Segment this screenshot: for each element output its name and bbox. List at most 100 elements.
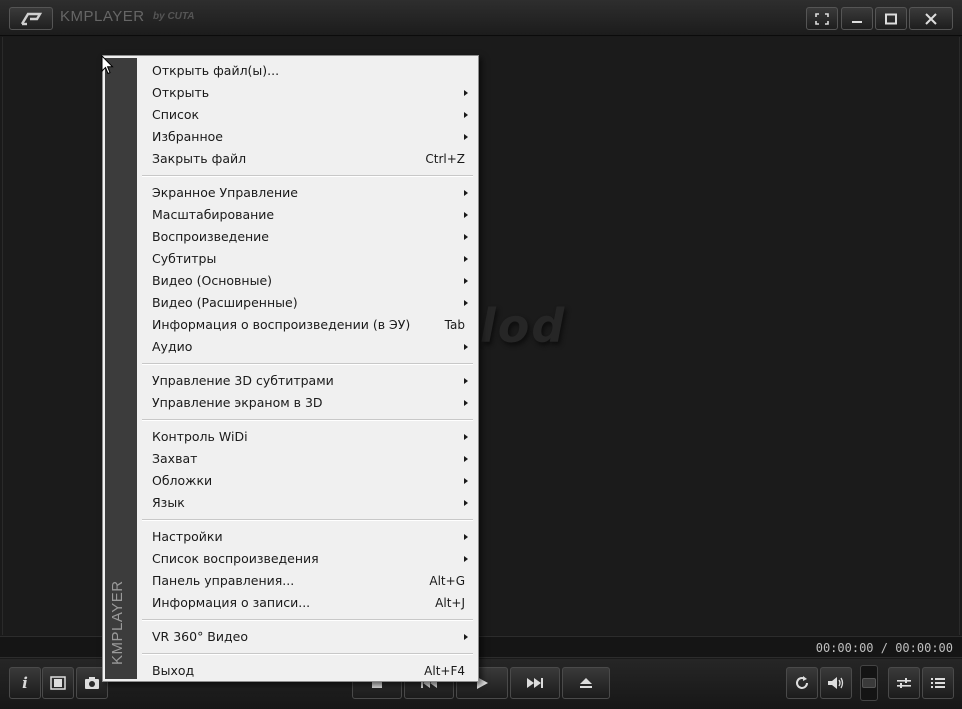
menu-item[interactable]: Список — [139, 104, 476, 126]
submenu-arrow-icon — [464, 90, 468, 96]
playlist-icon — [931, 678, 945, 688]
menu-item-label: Масштабирование — [152, 207, 275, 222]
camera-icon — [85, 677, 99, 689]
menu-item[interactable]: Настройки — [139, 526, 476, 548]
eject-button[interactable] — [562, 667, 610, 699]
menu-item-label: Информация о воспроизведении (в ЭУ) — [152, 317, 411, 332]
menu-item[interactable]: Язык — [139, 492, 476, 514]
menu-item[interactable]: Видео (Основные) — [139, 270, 476, 292]
menu-item[interactable]: Панель управления... Alt+G — [139, 570, 476, 592]
kmplayer-logo-button[interactable] — [9, 7, 53, 30]
menu-item-label: Контроль WiDi — [152, 429, 248, 444]
menu-item[interactable]: Аудио — [139, 336, 476, 358]
menu-item[interactable]: Закрыть файл Ctrl+Z — [139, 148, 476, 170]
submenu-arrow-icon — [464, 190, 468, 196]
menu-separator — [139, 358, 476, 370]
menu-item[interactable]: Открыть — [139, 82, 476, 104]
menu-item[interactable]: Информация о записи... Alt+J — [139, 592, 476, 614]
menu-item[interactable]: Субтитры — [139, 248, 476, 270]
menu-item-label: Закрыть файл — [152, 151, 247, 166]
film-button[interactable] — [42, 667, 74, 699]
submenu-arrow-icon — [464, 434, 468, 440]
menu-item-label: Захват — [152, 451, 198, 466]
submenu-arrow-icon — [464, 278, 468, 284]
menu-items: Открыть файл(ы)... Открыть Список Избранное… — [139, 58, 476, 682]
info-icon: i — [22, 674, 28, 692]
menu-item-shortcut: Alt+J — [435, 596, 465, 610]
equalizer-icon — [897, 678, 911, 688]
maximize-button[interactable] — [875, 7, 907, 30]
fullscreen-icon — [815, 12, 829, 25]
menu-separator — [139, 514, 476, 526]
next-button[interactable] — [510, 667, 560, 699]
submenu-arrow-icon — [464, 500, 468, 506]
menu-item[interactable]: Видео (Расширенные) — [139, 292, 476, 314]
menu-item-shortcut: Tab — [444, 318, 465, 332]
menu-item-label: Список — [152, 107, 200, 122]
volume-icon — [828, 677, 844, 689]
menu-item[interactable]: Управление 3D субтитрами — [139, 370, 476, 392]
equalizer-button[interactable] — [888, 667, 920, 699]
repeat-icon — [796, 676, 808, 689]
menu-item[interactable]: Список воспроизведения — [139, 548, 476, 570]
menu-item[interactable]: Управление экраном в 3D — [139, 392, 476, 414]
menu-item-label: Видео (Расширенные) — [152, 295, 298, 310]
submenu-arrow-icon — [464, 134, 468, 140]
menu-item-label: Открыть файл(ы)... — [152, 63, 280, 78]
menu-separator — [139, 414, 476, 426]
mouse-cursor-icon — [101, 55, 114, 75]
playlist-button[interactable] — [922, 667, 954, 699]
menu-item-label: Панель управления... — [152, 573, 295, 588]
menu-separator — [139, 648, 476, 660]
time-display: 00:00:00 / 00:00:00 — [815, 641, 953, 655]
video-watermark: lod — [480, 299, 567, 353]
submenu-arrow-icon — [464, 556, 468, 562]
close-button[interactable] — [909, 7, 953, 30]
menu-item-label: Открыть — [152, 85, 210, 100]
menu-item-label: Язык — [152, 495, 185, 510]
menu-item[interactable]: Масштабирование — [139, 204, 476, 226]
menu-item[interactable]: Обложки — [139, 470, 476, 492]
repeat-button[interactable] — [786, 667, 818, 699]
minimize-button[interactable] — [841, 7, 873, 30]
menu-strip-label: KMPLAYER — [109, 580, 126, 665]
menu-item[interactable]: Выход Alt+F4 — [139, 660, 476, 682]
kmplayer-logo-icon — [20, 12, 43, 25]
menu-item[interactable]: Информация о воспроизведении (в ЭУ) Tab — [139, 314, 476, 336]
title-bar: KMPLAYER by CUTA — [0, 0, 962, 36]
menu-separator — [139, 170, 476, 182]
submenu-arrow-icon — [464, 112, 468, 118]
menu-item-shortcut: Alt+G — [429, 574, 465, 588]
next-icon — [527, 678, 543, 688]
menu-item[interactable]: Захват — [139, 448, 476, 470]
submenu-arrow-icon — [464, 456, 468, 462]
menu-item-label: Управление экраном в 3D — [152, 395, 323, 410]
submenu-arrow-icon — [464, 634, 468, 640]
menu-item-label: Видео (Основные) — [152, 273, 273, 288]
menu-side-strip: KMPLAYER — [105, 58, 137, 679]
info-button[interactable]: i — [9, 667, 41, 699]
menu-item-label: Субтитры — [152, 251, 217, 266]
menu-item-label: VR 360° Видео — [152, 629, 248, 644]
submenu-arrow-icon — [464, 378, 468, 384]
fullscreen-button[interactable] — [806, 7, 838, 30]
submenu-arrow-icon — [464, 256, 468, 262]
menu-item[interactable]: Открыть файл(ы)... — [139, 60, 476, 82]
volume-slider-knob[interactable] — [862, 678, 876, 688]
submenu-arrow-icon — [464, 344, 468, 350]
menu-item[interactable]: Экранное Управление — [139, 182, 476, 204]
menu-item-label: Выход — [152, 663, 195, 678]
menu-item-label: Информация о записи... — [152, 595, 311, 610]
menu-item[interactable]: VR 360° Видео — [139, 626, 476, 648]
submenu-arrow-icon — [464, 234, 468, 240]
menu-item[interactable]: Контроль WiDi — [139, 426, 476, 448]
menu-item-shortcut: Alt+F4 — [424, 664, 465, 678]
volume-slider[interactable] — [860, 665, 878, 701]
minimize-icon — [852, 20, 862, 23]
menu-item[interactable]: Избранное — [139, 126, 476, 148]
volume-button[interactable] — [820, 667, 852, 699]
menu-item[interactable]: Воспроизведение — [139, 226, 476, 248]
submenu-arrow-icon — [464, 300, 468, 306]
menu-item-label: Воспроизведение — [152, 229, 269, 244]
submenu-arrow-icon — [464, 478, 468, 484]
